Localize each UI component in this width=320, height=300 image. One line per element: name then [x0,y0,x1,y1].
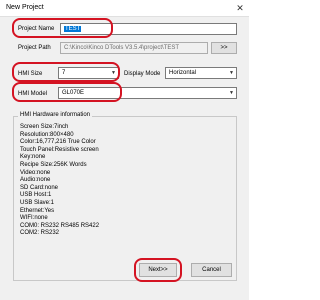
hardware-info-line: COM2: RS232 [20,230,60,237]
cancel-button-label: Cancel [202,267,221,273]
hardware-info-line: USB Host:1 [20,192,52,199]
browse-button-label: >> [220,45,228,51]
browse-button[interactable]: >> [211,42,237,54]
hardware-info-line: Key:none [20,154,46,161]
hardware-info-line: Recipe Size:256K Words [20,161,87,168]
chevron-down-icon: ▼ [229,90,234,96]
hardware-info-line: Ethernet:Yes [20,207,55,214]
display-mode-select[interactable]: Horizontal ▼ [165,67,237,79]
hardware-info-line: Touch Panel:Resistive screen [20,146,99,153]
hardware-info-list: Screen Size:7inch Resolution:800×480 Color… [20,124,99,238]
hardware-info-line: Color:16,777,216 True Color [20,139,96,146]
cancel-button[interactable]: Cancel [191,263,232,277]
hardware-info-title: HMI Hardware information [18,112,93,118]
display-mode-label: Display Mode [124,71,161,77]
hardware-info-line: Resolution:800×480 [20,131,74,138]
chevron-down-icon: ▼ [229,70,234,76]
hardware-info-line: Screen Size:7inch [20,124,69,130]
hardware-info-line: WIFI:none [20,215,48,222]
highlight-project-name [12,18,113,38]
hardware-info-line: USB Slave:1 [20,199,55,206]
highlight-next-button [134,258,182,282]
project-path-input[interactable]: C:\Kinco\Kinco DTools V3.5.4\project\TES… [60,42,208,54]
highlight-hmi-model [12,82,122,102]
hardware-info-line: Audio:none [20,177,51,184]
close-icon[interactable]: ✕ [234,2,246,14]
project-path-value: C:\Kinco\Kinco DTools V3.5.4\project\TES… [64,45,180,51]
highlight-hmi-size [12,62,120,82]
project-path-label: Project Path [18,45,51,51]
display-mode-value: Horizontal [169,70,197,76]
hardware-info-line: Video:none [20,169,51,176]
hardware-info-line: COM0: RS232 RS485 RS422 [20,222,100,229]
hardware-info-line: SD Card:none [20,184,59,191]
window-title: New Project [6,4,44,11]
